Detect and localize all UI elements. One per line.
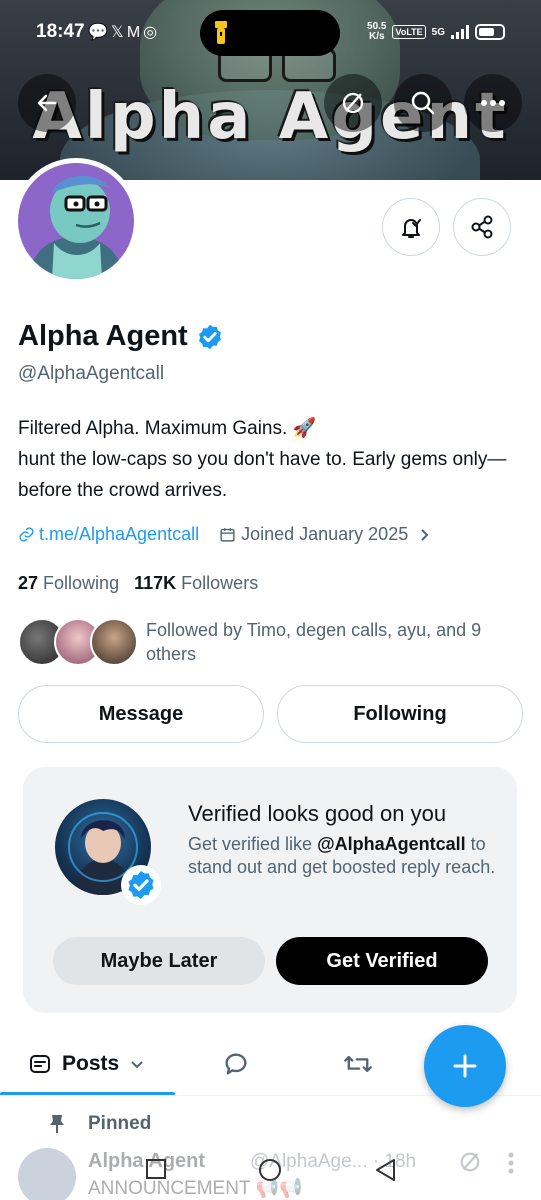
notification-icons: 💬𝕏M◎ bbox=[88, 22, 160, 42]
x-logo-icon: 𝕏 bbox=[110, 24, 127, 41]
more-button[interactable] bbox=[464, 74, 522, 132]
verified-promo-card: Verified looks good on you Get verified … bbox=[23, 767, 517, 1013]
status-right-icons: 50.5 K/s VoLTE 5G bbox=[367, 22, 505, 42]
back-nav-icon[interactable] bbox=[374, 1158, 396, 1182]
system-navigation-bar bbox=[0, 1150, 541, 1200]
verified-badge-icon bbox=[128, 871, 154, 899]
following-button[interactable]: Following bbox=[277, 685, 523, 743]
verified-badge-icon[interactable] bbox=[196, 323, 224, 351]
repost-icon bbox=[344, 1055, 372, 1073]
more-horizontal-icon bbox=[481, 100, 505, 106]
chevron-down-icon bbox=[131, 1061, 143, 1069]
message-button[interactable]: Message bbox=[18, 685, 264, 743]
grok-icon bbox=[342, 92, 364, 114]
bell-check-icon bbox=[402, 219, 421, 238]
network-type: 5G bbox=[431, 26, 445, 38]
status-bar: 18:47 💬𝕏M◎ 50.5 K/s VoLTE 5G bbox=[0, 0, 541, 64]
notifications-subscribe-button[interactable] bbox=[382, 198, 440, 256]
chat-icon: 💬 bbox=[88, 24, 111, 41]
promo-verified-badge bbox=[121, 865, 161, 905]
promo-description: Get verified like @AlphaAgentcall to sta… bbox=[188, 834, 496, 877]
banner-title: Alpha Agent bbox=[32, 80, 509, 154]
promo-title: Verified looks good on you bbox=[188, 801, 447, 826]
back-button[interactable] bbox=[18, 74, 76, 132]
tab-posts-label: Posts bbox=[62, 1052, 120, 1075]
follow-stats: 27 Following 117K Followers bbox=[18, 573, 258, 594]
flashlight-icon bbox=[215, 21, 227, 44]
followed-by-row[interactable]: Followed by Timo, degen calls, ayu, and … bbox=[18, 614, 523, 670]
volte-badge: VoLTE bbox=[392, 25, 426, 39]
profile-bio: Filtered Alpha. Maximum Gains. 🚀 hunt th… bbox=[18, 413, 518, 506]
share-icon bbox=[471, 215, 493, 239]
pin-icon bbox=[50, 1115, 64, 1133]
avatar-image bbox=[18, 163, 134, 279]
battery-icon bbox=[475, 24, 505, 40]
signal-icon bbox=[451, 25, 469, 39]
maybe-later-button[interactable]: Maybe Later bbox=[53, 937, 265, 985]
posts-icon bbox=[30, 1055, 50, 1073]
recents-icon[interactable] bbox=[145, 1158, 167, 1180]
get-verified-button[interactable]: Get Verified bbox=[276, 937, 488, 985]
dynamic-island bbox=[200, 10, 340, 56]
app-icon: ◎ bbox=[143, 24, 161, 41]
home-icon[interactable] bbox=[258, 1158, 282, 1182]
profile-handle: @AlphaAgentcall bbox=[18, 363, 165, 384]
compose-button[interactable] bbox=[424, 1025, 506, 1107]
pinned-label-row: Pinned bbox=[48, 1113, 151, 1135]
tab-reposts[interactable] bbox=[343, 1035, 373, 1093]
avatar-illustration bbox=[28, 175, 124, 279]
search-icon bbox=[411, 91, 435, 115]
chevron-right-icon[interactable] bbox=[416, 527, 432, 543]
profile-meta: t.me/AlphaAgentcall Joined January 2025 bbox=[18, 524, 432, 545]
profile-avatar[interactable] bbox=[13, 158, 139, 284]
profile-name: Alpha Agent bbox=[18, 320, 188, 352]
tab-replies[interactable] bbox=[222, 1035, 250, 1093]
calendar-icon bbox=[220, 528, 235, 542]
arrow-left-icon bbox=[37, 94, 57, 112]
reply-icon bbox=[225, 1053, 247, 1075]
followers-stat[interactable]: 117K Followers bbox=[134, 573, 258, 593]
profile-name-row: Alpha Agent bbox=[18, 320, 224, 353]
status-time: 18:47 bbox=[36, 21, 85, 42]
share-button[interactable] bbox=[453, 198, 511, 256]
following-stat[interactable]: 27 Following bbox=[18, 573, 119, 593]
pinned-label: Pinned bbox=[88, 1113, 152, 1134]
search-button[interactable] bbox=[394, 74, 452, 132]
tab-posts[interactable]: Posts bbox=[28, 1035, 145, 1093]
followed-by-text: Followed by Timo, degen calls, ayu, and … bbox=[146, 620, 482, 664]
profile-link[interactable]: t.me/AlphaAgentcall bbox=[39, 524, 199, 545]
gmail-icon: M bbox=[126, 24, 144, 41]
plus-icon bbox=[453, 1054, 477, 1078]
follower-avatar bbox=[90, 618, 138, 666]
bio-line-1: Filtered Alpha. Maximum Gains. 🚀 bbox=[18, 418, 317, 439]
joined-date[interactable]: Joined January 2025 bbox=[241, 524, 408, 545]
grok-button[interactable] bbox=[324, 74, 382, 132]
link-icon bbox=[19, 527, 34, 542]
network-speed: 50.5 K/s bbox=[367, 21, 387, 42]
bio-line-2: hunt the low-caps so you don't have to. … bbox=[18, 449, 507, 501]
